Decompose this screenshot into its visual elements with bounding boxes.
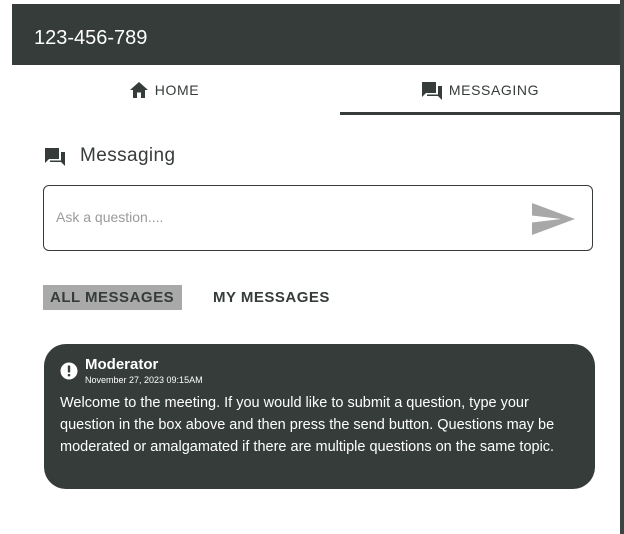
alert-icon [60,362,78,380]
question-box [43,185,593,251]
tab-messaging[interactable]: MESSAGING [340,65,620,115]
tab-bar: HOME MESSAGING [12,65,620,115]
message-timestamp: November 27, 2023 09:15AM [85,375,203,385]
app-header: 123-456-789 [12,4,620,65]
left-margin [0,0,12,534]
messaging-title: Messaging [80,145,176,166]
messaging-heading: Messaging [44,145,175,167]
send-button[interactable] [528,201,578,237]
message-body: Welcome to the meeting. If you would lik… [60,395,555,455]
question-input[interactable] [56,205,516,229]
message-author: Moderator [85,356,159,373]
forum-icon [44,147,66,166]
filter-my-messages[interactable]: MY MESSAGES [213,285,330,310]
header-title: 123-456-789 [34,27,148,49]
app-page: 123-456-789 HOME MESSAGING Messaging Ask… [0,0,624,534]
filter-all-messages[interactable]: ALL MESSAGES [43,285,183,310]
forum-icon [421,81,443,100]
tab-messaging-label: MESSAGING [448,82,540,98]
send-icon [532,203,575,235]
scrollbar-edge [620,0,624,534]
home-icon [129,81,149,99]
message-card: Moderator November 27, 2023 09:15AM Welc… [44,344,595,489]
tab-home-label: HOME [154,82,200,98]
tab-home[interactable]: HOME [12,65,316,115]
active-tab-indicator [340,112,620,115]
